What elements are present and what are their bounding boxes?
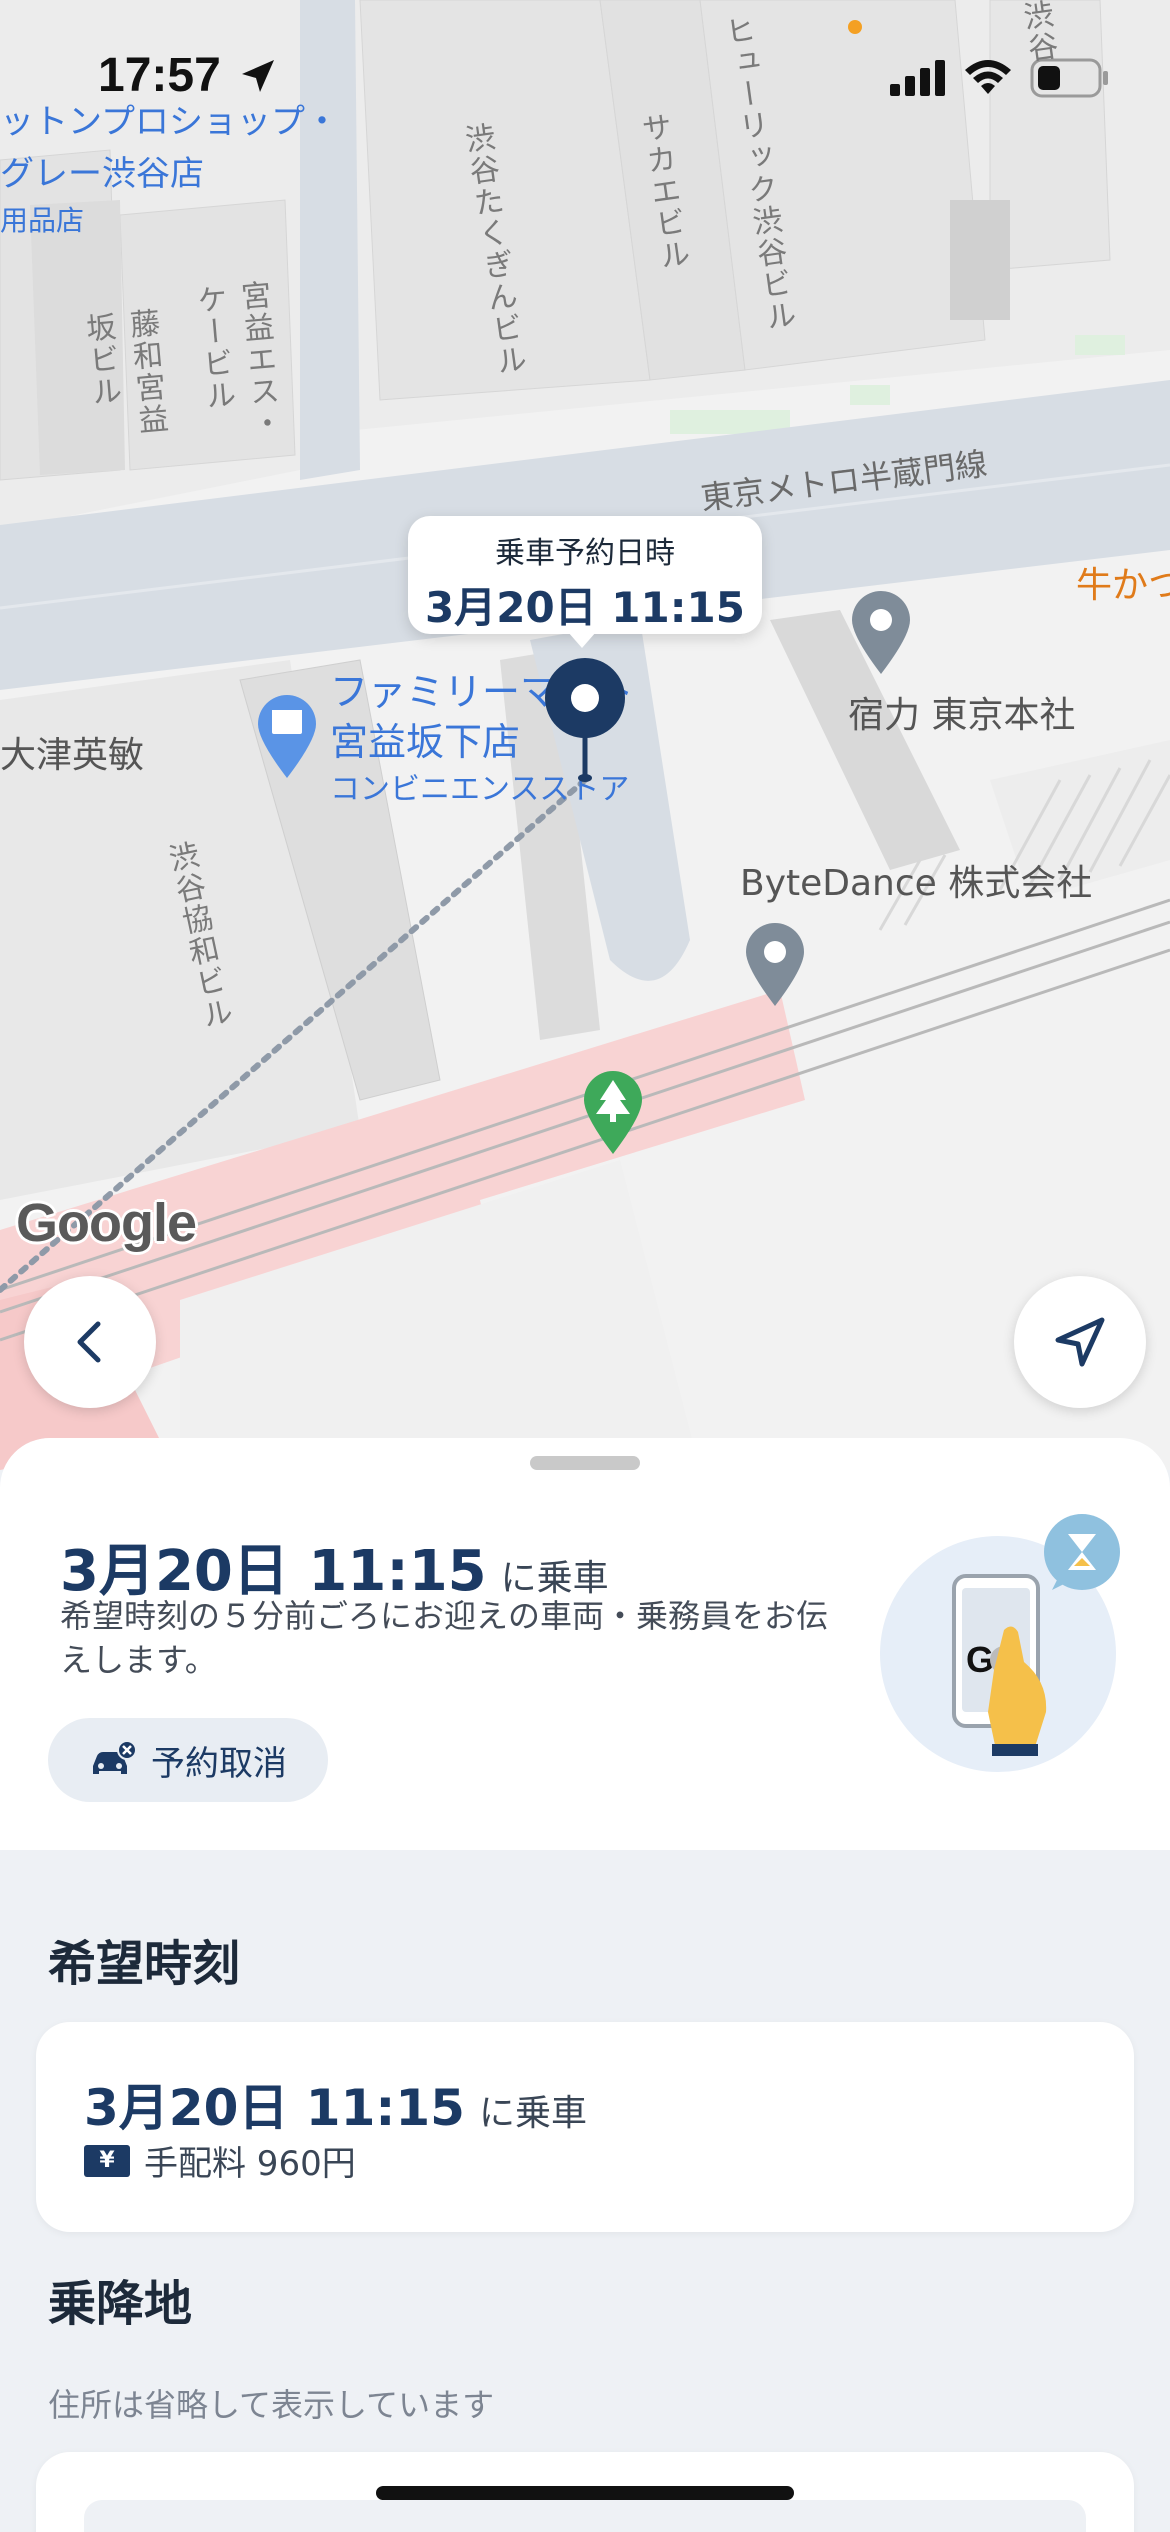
map-label-familymart-branch: 宮益坂下店 (330, 720, 521, 764)
privacy-indicator-dot (848, 20, 862, 34)
bubble-label: 乗車予約日時 (495, 536, 675, 571)
back-button[interactable] (24, 1276, 156, 1408)
reservation-sheet: 3月20日 11:15 に乗車 希望時刻の５分前ごろにお迎えの車両・乗務員をお伝… (0, 1438, 1170, 2532)
cancel-reservation-label: 予約取消 (151, 1743, 287, 1784)
phone-waiting-illustration: G (880, 1514, 1120, 1772)
map-label-shukuriki: 宿力 東京本社 (848, 695, 1076, 736)
map-label-miyamasu-es: 宮益エス・ケービル (190, 278, 283, 442)
pickup-notice: 希望時刻の５分前ごろにお迎えの車両・乗務員をお伝えします。 (60, 1597, 829, 1679)
location-title: 乗降地 (48, 2276, 193, 2332)
car-cancel-icon (93, 1740, 137, 1774)
convenience-store-pin-icon[interactable] (254, 692, 320, 780)
yen-icon: ¥ (84, 2144, 130, 2177)
desired-datetime-suffix: に乗車 (478, 2093, 587, 2134)
fee-row: ¥ 手配料 960円 (84, 2136, 356, 2185)
status-time: 17:57 (98, 49, 221, 102)
desired-time-title: 希望時刻 (48, 1936, 241, 1992)
bubble-time: 3月20日 11:15 (425, 583, 745, 632)
map-label-shop-line2: グレー渋谷店 (0, 154, 204, 194)
illust-g-letter: G (966, 1639, 994, 1680)
place-pin-icon[interactable] (848, 588, 914, 676)
location-arrow-icon (242, 60, 274, 92)
cellular-signal-icon (890, 60, 945, 96)
desired-time-card[interactable]: 3月20日 11:15 に乗車 ¥ 手配料 960円 (36, 2022, 1134, 2232)
cancel-reservation-button[interactable]: 予約取消 (48, 1718, 328, 1802)
map-label-bytedance: ByteDance 株式会社 (740, 863, 1093, 904)
pickup-location-marker-icon[interactable] (542, 656, 628, 784)
place-pin-icon[interactable] (742, 920, 808, 1008)
home-indicator (376, 2486, 794, 2500)
location-subtitle: 住所は省略して表示しています (48, 2386, 495, 2424)
map-label-shop-line1: ットンプロショップ・ (0, 102, 339, 142)
desired-datetime: 3月20日 11:15 に乗車 (84, 2068, 587, 2140)
status-icons (890, 58, 1110, 98)
sheet-grabber[interactable] (530, 1456, 640, 1470)
google-logo: Google (16, 1193, 197, 1253)
location-row (84, 2500, 1086, 2532)
map-label-fujiwa: 藤和宮益坂ビル (79, 306, 169, 438)
navigation-arrow-icon (1055, 1317, 1105, 1367)
desired-datetime-value: 3月20日 11:15 (84, 2079, 465, 2137)
park-pin-icon[interactable] (580, 1068, 646, 1156)
chevron-left-icon (77, 1321, 101, 1363)
battery-icon (1030, 58, 1108, 98)
map-label-corner-building: 渋谷 (1015, 0, 1060, 67)
arrangement-fee: 手配料 960円 (144, 2144, 356, 2184)
wifi-icon (965, 60, 1011, 94)
map-label-shop-category: 用品店 (0, 204, 85, 237)
reservation-time-bubble: 乗車予約日時 3月20日 11:15 (408, 516, 762, 648)
map-view[interactable]: 17:57 ットンプロショップ・ グレー渋谷店 用品店 渋谷たくぎんビル サカエ… (0, 0, 1170, 1470)
map-label-otsu: 大津英敏 (0, 735, 145, 776)
map-label-gyukatsu: 牛かつ (1076, 565, 1170, 606)
pickup-summary: 3月20日 11:15 に乗車 希望時刻の５分前ごろにお迎えの車両・乗務員をお伝… (0, 1438, 1170, 1850)
current-location-button[interactable] (1014, 1276, 1146, 1408)
